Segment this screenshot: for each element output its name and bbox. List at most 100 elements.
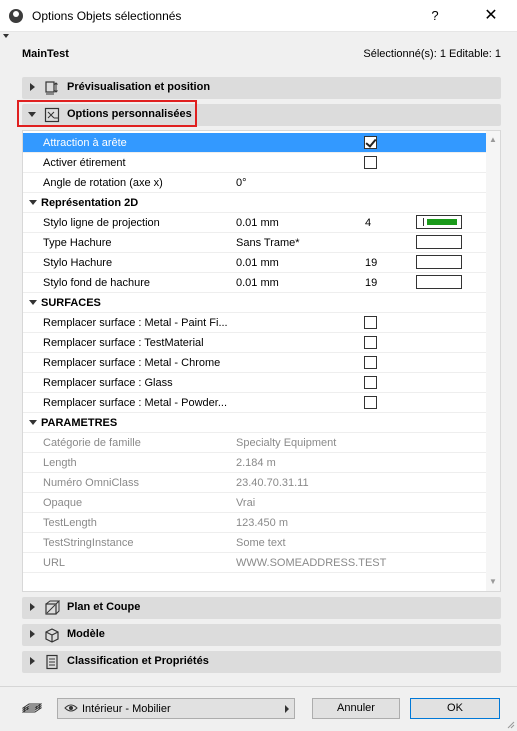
title-bar: Options Objets sélectionnés ? ✕ bbox=[0, 0, 517, 32]
layer-name: Intérieur - Mobilier bbox=[82, 703, 171, 715]
section-classification[interactable]: Classification et Propriétés bbox=[22, 651, 501, 673]
expanded-arrow-icon bbox=[29, 420, 37, 425]
row-label: Remplacer surface : Metal - Paint Fi... bbox=[43, 317, 228, 329]
checkbox-surface[interactable] bbox=[364, 396, 377, 409]
row-label: Attraction à arête bbox=[43, 137, 127, 149]
row-pen-projection[interactable]: Stylo ligne de projection 0.01 mm 4 bbox=[23, 213, 487, 233]
row-value: 2.184 m bbox=[236, 457, 276, 469]
classification-list-icon bbox=[46, 654, 58, 670]
scroll-down-icon[interactable]: ▼ bbox=[489, 578, 497, 586]
section-label: Prévisualisation et position bbox=[67, 81, 211, 93]
row-label: TestLength bbox=[43, 517, 97, 529]
checkbox-surface[interactable] bbox=[364, 356, 377, 369]
row-label: Activer étirement bbox=[43, 157, 126, 169]
layer-dropdown[interactable]: Intérieur - Mobilier bbox=[57, 698, 295, 719]
group-representation-2d[interactable]: Représentation 2D bbox=[23, 193, 487, 213]
window-title: Options Objets sélectionnés bbox=[32, 9, 182, 23]
section-label: Modèle bbox=[67, 628, 105, 640]
row-label: Catégorie de famille bbox=[43, 437, 141, 449]
row-value[interactable]: Sans Trame* bbox=[236, 237, 300, 249]
row-label: TestStringInstance bbox=[43, 537, 134, 549]
selection-status: Sélectionné(s): 1 Editable: 1 bbox=[363, 48, 501, 60]
row-value[interactable]: 0.01 mm bbox=[236, 277, 279, 289]
preview-position-icon bbox=[45, 81, 58, 95]
pen-color-swatch[interactable] bbox=[416, 275, 462, 289]
hatch-swatch[interactable] bbox=[416, 235, 462, 249]
checkbox-attraction-checked[interactable] bbox=[364, 136, 377, 149]
settings-panel[interactable]: Attraction à arête Activer étirement Ang… bbox=[22, 130, 501, 592]
row-value: 23.40.70.31.11 bbox=[236, 477, 309, 489]
pen-color-swatch[interactable] bbox=[416, 215, 462, 229]
checkbox-surface[interactable] bbox=[364, 376, 377, 389]
favorites-icon[interactable] bbox=[22, 701, 42, 715]
scroll-up-icon[interactable]: ▲ bbox=[489, 136, 497, 144]
row-surface-override[interactable]: Remplacer surface : Metal - Chrome bbox=[23, 353, 487, 373]
row-label: URL bbox=[43, 557, 66, 569]
row-parameter[interactable]: URL WWW.SOMEADDRESS.TEST bbox=[23, 553, 487, 573]
object-name: MainTest bbox=[22, 48, 69, 60]
eye-icon bbox=[64, 704, 78, 712]
row-hatch-type[interactable]: Type Hachure Sans Trame* bbox=[23, 233, 487, 253]
row-value: WWW.SOMEADDRESS.TEST bbox=[236, 557, 387, 569]
row-hatch-background-pen[interactable]: Stylo fond de hachure 0.01 mm 19 bbox=[23, 273, 487, 293]
pen-number[interactable]: 19 bbox=[365, 277, 377, 289]
group-parametres[interactable]: PARAMETRES bbox=[23, 413, 487, 433]
plan-section-icon bbox=[45, 600, 60, 615]
row-label: Stylo Hachure bbox=[43, 257, 113, 269]
row-activer-etirement[interactable]: Activer étirement bbox=[23, 153, 487, 173]
checkbox-surface[interactable] bbox=[364, 336, 377, 349]
row-label: Type Hachure bbox=[43, 237, 112, 249]
group-label: Représentation 2D bbox=[41, 197, 139, 209]
row-surface-override[interactable]: Remplacer surface : Metal - Powder... bbox=[23, 393, 487, 413]
row-label: Remplacer surface : Glass bbox=[43, 377, 173, 389]
section-plan-coupe[interactable]: Plan et Coupe bbox=[22, 597, 501, 619]
section-label: Classification et Propriétés bbox=[67, 655, 209, 667]
row-value[interactable]: 0.01 mm bbox=[236, 217, 279, 229]
row-parameter[interactable]: Numéro OmniClass 23.40.70.31.11 bbox=[23, 473, 487, 493]
row-parameter[interactable]: TestStringInstance Some text bbox=[23, 533, 487, 553]
pen-number[interactable]: 19 bbox=[365, 257, 377, 269]
row-surface-override[interactable]: Remplacer surface : TestMaterial bbox=[23, 333, 487, 353]
expanded-arrow-icon bbox=[29, 200, 37, 205]
archicad-app-icon bbox=[9, 9, 23, 23]
row-label: Opaque bbox=[43, 497, 83, 509]
highlight-frame bbox=[17, 100, 197, 127]
row-label: Stylo ligne de projection bbox=[43, 217, 160, 229]
row-label: Remplacer surface : Metal - Chrome bbox=[43, 357, 221, 369]
row-rotation-angle[interactable]: Angle de rotation (axe x) 0° bbox=[23, 173, 487, 193]
row-label: Length bbox=[43, 457, 77, 469]
close-button[interactable]: ✕ bbox=[480, 6, 502, 26]
section-modele[interactable]: Modèle bbox=[22, 624, 501, 646]
group-surfaces[interactable]: SURFACES bbox=[23, 293, 487, 313]
section-label: Plan et Coupe bbox=[67, 601, 141, 613]
row-parameter[interactable]: TestLength 123.450 m bbox=[23, 513, 487, 533]
checkbox-stretch[interactable] bbox=[364, 156, 377, 169]
row-parameter[interactable]: Opaque Vrai bbox=[23, 493, 487, 513]
ok-button[interactable]: OK bbox=[410, 698, 500, 719]
row-hatch-pen[interactable]: Stylo Hachure 0.01 mm 19 bbox=[23, 253, 487, 273]
resize-grip-icon[interactable] bbox=[507, 721, 515, 729]
row-value[interactable]: 0° bbox=[236, 177, 247, 189]
pen-number[interactable]: 4 bbox=[365, 217, 371, 229]
row-attraction-arete[interactable]: Attraction à arête bbox=[23, 133, 487, 153]
vertical-scrollbar[interactable]: ▲ ▼ bbox=[486, 131, 500, 591]
pen-color-swatch[interactable] bbox=[416, 255, 462, 269]
pin-indicator-icon bbox=[3, 34, 9, 38]
row-surface-override[interactable]: Remplacer surface : Metal - Paint Fi... bbox=[23, 313, 487, 333]
row-parameter[interactable]: Length 2.184 m bbox=[23, 453, 487, 473]
collapsed-arrow-icon bbox=[30, 657, 35, 665]
help-button[interactable]: ? bbox=[425, 6, 445, 26]
row-label: Stylo fond de hachure bbox=[43, 277, 151, 289]
cancel-button[interactable]: Annuler bbox=[312, 698, 400, 719]
expanded-arrow-icon bbox=[29, 300, 37, 305]
row-value[interactable]: 0.01 mm bbox=[236, 257, 279, 269]
checkbox-surface[interactable] bbox=[364, 316, 377, 329]
row-label: Angle de rotation (axe x) bbox=[43, 177, 163, 189]
section-preview-position[interactable]: Prévisualisation et position bbox=[22, 77, 501, 99]
collapsed-arrow-icon bbox=[30, 603, 35, 611]
chevron-right-icon bbox=[285, 705, 289, 713]
footer-divider bbox=[0, 686, 517, 687]
row-parameter[interactable]: Catégorie de famille Specialty Equipment bbox=[23, 433, 487, 453]
row-surface-override[interactable]: Remplacer surface : Glass bbox=[23, 373, 487, 393]
row-value: Specialty Equipment bbox=[236, 437, 337, 449]
